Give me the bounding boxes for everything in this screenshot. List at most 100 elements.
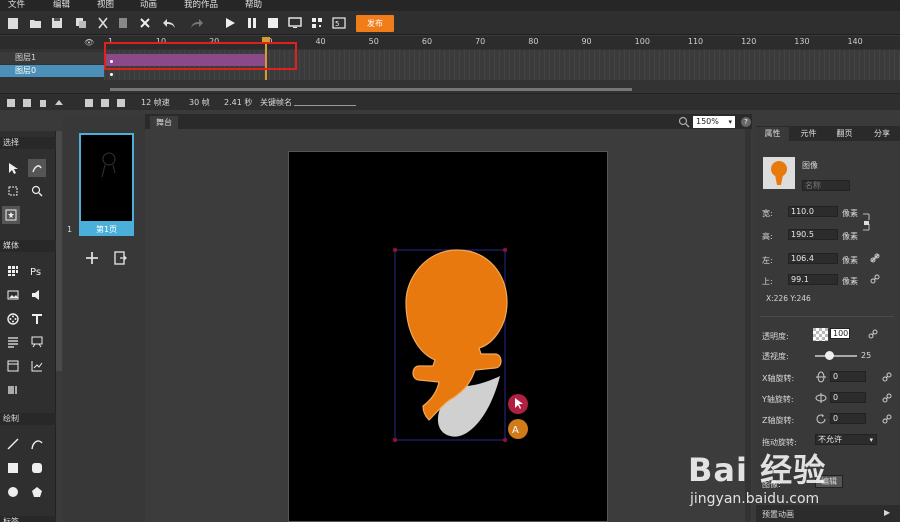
line-icon[interactable]: [4, 435, 22, 453]
grid-icon[interactable]: [4, 262, 22, 280]
height-input[interactable]: 190.5: [788, 229, 838, 240]
drag-rotate-select[interactable]: 不允许 ▾: [815, 434, 877, 445]
transform-icon[interactable]: [4, 182, 22, 200]
page-label[interactable]: 第1页: [79, 223, 134, 236]
link-icon[interactable]: [868, 329, 878, 339]
help-icon[interactable]: ?: [741, 117, 751, 127]
search-icon[interactable]: [678, 116, 690, 128]
tab-components[interactable]: 元件: [792, 127, 825, 141]
preset-animation-header[interactable]: 预置动画 ▶: [756, 505, 900, 522]
link-icon[interactable]: [882, 393, 892, 403]
keyframe-name-label: 关键帧名: [260, 98, 292, 107]
layer-name: 图层1: [15, 53, 37, 62]
menu-my-works[interactable]: 我的作品: [184, 0, 218, 11]
publish-button[interactable]: 发布: [356, 15, 394, 32]
keyframe-marker[interactable]: [110, 73, 113, 76]
ruler-tick-label: 120: [741, 37, 757, 46]
link-icon[interactable]: [870, 253, 880, 263]
web-icon[interactable]: [4, 357, 22, 375]
menu-edit[interactable]: 编辑: [53, 0, 70, 11]
perspective-slider-handle[interactable]: [825, 351, 834, 360]
play-icon[interactable]: [221, 14, 239, 32]
tab-page-turn[interactable]: 翻页: [828, 127, 861, 141]
cut-icon[interactable]: [94, 14, 112, 32]
audio-icon[interactable]: [28, 286, 46, 304]
video-icon[interactable]: [4, 310, 22, 328]
delete-icon[interactable]: [136, 14, 154, 32]
left-input[interactable]: 106.4: [788, 253, 838, 264]
arrow-select-icon[interactable]: [4, 159, 22, 177]
perspective-slider[interactable]: [815, 355, 857, 357]
height-label: 高:: [762, 232, 773, 241]
keyframe-name-input[interactable]: [294, 105, 356, 106]
import-page-icon[interactable]: [112, 250, 128, 266]
section-select: 选择: [0, 137, 56, 149]
lock-ratio-icon[interactable]: [860, 212, 872, 232]
text-icon[interactable]: [28, 310, 46, 328]
stop-icon[interactable]: [264, 14, 282, 32]
object-name-input[interactable]: 名称: [802, 180, 850, 191]
menu-help[interactable]: 帮助: [245, 0, 262, 11]
link-icon[interactable]: [870, 274, 880, 284]
html5-icon[interactable]: 5: [330, 14, 348, 32]
clear-frame-icon[interactable]: [112, 94, 130, 112]
tab-share[interactable]: 分享: [864, 127, 900, 141]
curve-icon[interactable]: [28, 435, 46, 453]
paragraph-icon[interactable]: [4, 333, 22, 351]
add-page-icon[interactable]: [84, 250, 100, 266]
save-icon[interactable]: [48, 14, 66, 32]
layer-row-selected[interactable]: 图层0: [0, 65, 104, 77]
link-icon[interactable]: [882, 372, 892, 382]
undo-icon[interactable]: [160, 14, 178, 32]
ruler-tick-label: 140: [847, 37, 863, 46]
opacity-swatch[interactable]: [813, 328, 828, 341]
open-file-icon[interactable]: [26, 14, 44, 32]
eye-icon[interactable]: 👁: [84, 38, 94, 47]
stamp-icon[interactable]: [2, 206, 20, 224]
photoshop-icon[interactable]: Ps: [28, 262, 46, 280]
width-input[interactable]: 110.0: [788, 206, 838, 217]
opacity-input[interactable]: 100: [830, 328, 850, 339]
menu-file[interactable]: 文件: [8, 0, 25, 11]
circle-icon[interactable]: [4, 483, 22, 501]
barcode-icon[interactable]: [4, 381, 22, 399]
play-icon[interactable]: ▶: [884, 508, 890, 517]
top-input[interactable]: 99.1: [788, 274, 838, 285]
image-icon[interactable]: [4, 286, 22, 304]
z-rotate-input[interactable]: 0: [830, 413, 866, 424]
zoom-icon[interactable]: [28, 182, 46, 200]
baidu-watermark: Bai 经验 jingyan.baidu.com: [688, 445, 898, 507]
rounded-rect-icon[interactable]: [28, 459, 46, 477]
tab-properties[interactable]: 属性: [756, 127, 789, 141]
pentagon-icon[interactable]: [28, 483, 46, 501]
layer-row[interactable]: 图层1: [0, 52, 104, 64]
section-draw: 绘制: [0, 413, 56, 425]
board-icon[interactable]: [28, 333, 46, 351]
preview-icon[interactable]: [286, 14, 304, 32]
x-rotate-input[interactable]: 0: [830, 371, 866, 382]
stage-tab[interactable]: 舞台: [150, 116, 178, 129]
copy-icon[interactable]: [72, 14, 90, 32]
pause-icon[interactable]: [243, 14, 261, 32]
link-icon[interactable]: [882, 414, 892, 424]
stage-canvas[interactable]: A: [288, 151, 608, 522]
redo-icon[interactable]: [188, 14, 206, 32]
y-rotate-input[interactable]: 0: [830, 392, 866, 403]
page-thumbnail[interactable]: [79, 133, 134, 223]
tools-scrollbar[interactable]: [56, 131, 62, 371]
figure-artwork[interactable]: A: [289, 152, 609, 522]
pen-select-icon[interactable]: [28, 159, 46, 177]
perspective-label: 透视度:: [762, 352, 789, 361]
annotation-highlight-box: [104, 42, 297, 70]
new-file-icon[interactable]: [4, 14, 22, 32]
rectangle-icon[interactable]: [4, 459, 22, 477]
chart-icon[interactable]: [28, 357, 46, 375]
paste-icon[interactable]: [114, 14, 132, 32]
menu-view[interactable]: 视图: [97, 0, 114, 11]
menu-animation[interactable]: 动画: [140, 0, 157, 11]
left-label: 左:: [762, 256, 773, 265]
layer-up-icon[interactable]: [50, 94, 68, 112]
timeline-scrollbar[interactable]: [110, 88, 632, 91]
qr-code-icon[interactable]: [308, 14, 326, 32]
zoom-select[interactable]: 150% ▾: [693, 116, 735, 128]
